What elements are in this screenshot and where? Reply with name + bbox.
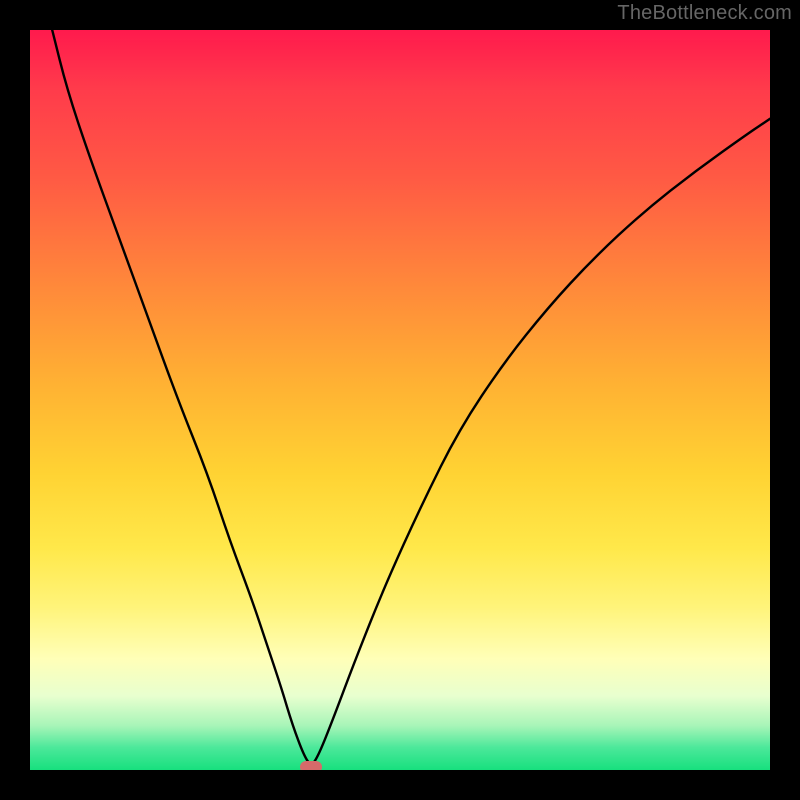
bottleneck-curve <box>52 30 770 764</box>
plot-area <box>30 30 770 770</box>
chart-frame: TheBottleneck.com <box>0 0 800 800</box>
optimum-marker <box>300 761 322 770</box>
curve-svg <box>30 30 770 770</box>
watermark-text: TheBottleneck.com <box>617 2 792 25</box>
